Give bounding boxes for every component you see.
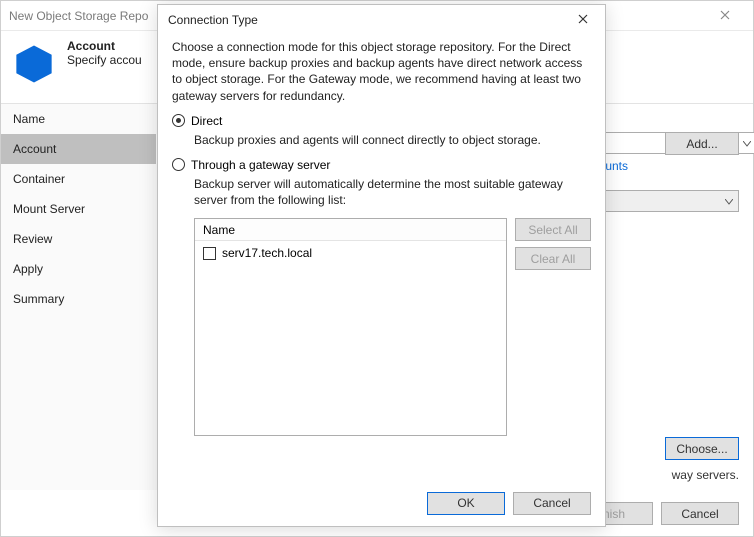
close-icon[interactable] — [571, 13, 595, 27]
radio-direct-label: Direct — [191, 114, 222, 128]
step-title: Account — [67, 39, 142, 53]
radio-gateway-desc: Backup server will automatically determi… — [194, 176, 591, 208]
hexagon-icon — [13, 43, 55, 85]
radio-gateway-label: Through a gateway server — [191, 158, 330, 172]
choose-button[interactable]: Choose... — [665, 437, 739, 460]
dialog-footer: OK Cancel — [158, 480, 605, 526]
radio-icon — [172, 158, 185, 171]
wizard-title: New Object Storage Repo — [9, 9, 148, 23]
list-item-label: serv17.tech.local — [222, 246, 312, 260]
clear-all-button[interactable]: Clear All — [515, 247, 591, 270]
step-subtitle: Specify accou — [67, 53, 142, 67]
list-header: Name — [195, 219, 506, 241]
chevron-down-icon — [738, 136, 754, 150]
list-item[interactable]: serv17.tech.local — [195, 241, 506, 265]
add-button[interactable]: Add... — [665, 132, 739, 155]
nav-item-container[interactable]: Container — [1, 164, 156, 194]
wizard-nav: Name Account Container Mount Server Revi… — [1, 104, 157, 490]
nav-item-review[interactable]: Review — [1, 224, 156, 254]
radio-direct[interactable]: Direct — [172, 114, 591, 128]
gateway-servers-text: way servers. — [672, 468, 739, 482]
nav-item-mount-server[interactable]: Mount Server — [1, 194, 156, 224]
nav-item-account[interactable]: Account — [1, 134, 156, 164]
close-icon[interactable] — [705, 9, 745, 23]
radio-icon — [172, 114, 185, 127]
chevron-down-icon — [720, 194, 738, 208]
wizard-window: New Object Storage Repo Account Specify … — [0, 0, 754, 537]
nav-item-apply[interactable]: Apply — [1, 254, 156, 284]
dialog-description: Choose a connection mode for this object… — [172, 39, 591, 104]
select-all-button[interactable]: Select All — [515, 218, 591, 241]
nav-item-summary[interactable]: Summary — [1, 284, 156, 314]
gateway-server-list: Name serv17.tech.local — [194, 218, 507, 436]
checkbox-icon[interactable] — [203, 247, 216, 260]
radio-direct-desc: Backup proxies and agents will connect d… — [194, 132, 591, 148]
dialog-titlebar: Connection Type — [158, 5, 605, 35]
dialog-title: Connection Type — [168, 13, 258, 27]
nav-item-name[interactable]: Name — [1, 104, 156, 134]
ok-button[interactable]: OK — [427, 492, 505, 515]
radio-gateway[interactable]: Through a gateway server — [172, 158, 591, 172]
connection-type-dialog: Connection Type Choose a connection mode… — [157, 4, 606, 527]
cancel-button[interactable]: Cancel — [661, 502, 739, 525]
cancel-button[interactable]: Cancel — [513, 492, 591, 515]
